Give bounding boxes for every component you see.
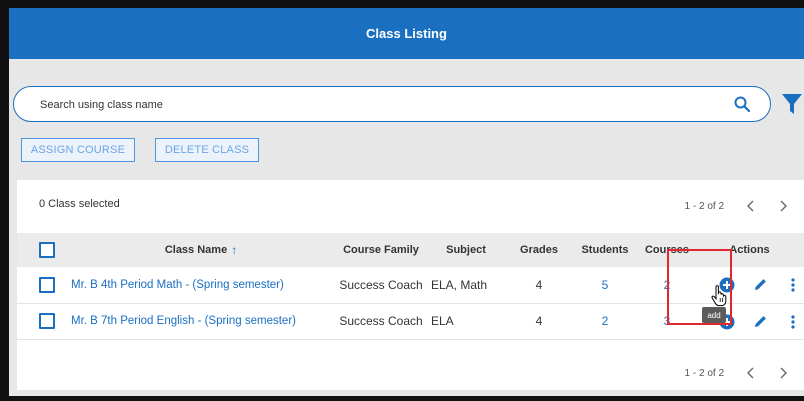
- subject-value: ELA: [431, 314, 454, 328]
- subject-value: ELA, Math: [431, 278, 488, 292]
- course-family-value: Success Coach: [339, 278, 423, 292]
- more-vertical-icon[interactable]: [790, 277, 796, 293]
- chevron-right-icon[interactable]: [778, 200, 788, 212]
- course-family-value: Success Coach: [339, 314, 423, 328]
- sort-arrow-up-icon: ↑: [231, 243, 238, 257]
- students-count-link[interactable]: 2: [573, 303, 637, 339]
- pencil-icon[interactable]: [753, 314, 768, 329]
- row-checkbox-cell: [39, 267, 57, 303]
- grades-value: 4: [535, 314, 543, 328]
- row-checkbox[interactable]: [39, 313, 55, 329]
- selection-count: 0 Class selected: [39, 198, 120, 210]
- screenshot-frame: Class Listing ASSIGN COURSE DELETE CLASS…: [0, 0, 804, 401]
- chevron-left-icon[interactable]: [746, 367, 756, 379]
- more-vertical-icon[interactable]: [790, 314, 796, 330]
- pagination-bottom: 1 - 2 of 2: [685, 363, 796, 383]
- pagination-range: 1 - 2 of 2: [684, 367, 724, 379]
- column-header-grades: Grades: [520, 244, 558, 256]
- grades-value: 4: [535, 278, 543, 292]
- column-header-subject: Subject: [446, 244, 486, 256]
- page-title: Class Listing: [366, 26, 447, 41]
- class-name-text: Mr. B 4th Period Math - (Spring semester…: [71, 279, 284, 291]
- hand-cursor-icon: [711, 285, 727, 307]
- column-header-students: Students: [581, 244, 629, 256]
- column-label-class-name: Class Name: [164, 244, 228, 256]
- pencil-icon[interactable]: [753, 277, 768, 292]
- column-header-class-name[interactable]: Class Name ↑: [71, 233, 331, 267]
- class-name-link[interactable]: Mr. B 7th Period English - (Spring semes…: [71, 303, 331, 339]
- header-checkbox-cell: [39, 233, 57, 267]
- chevron-right-icon[interactable]: [778, 367, 788, 379]
- students-count-link[interactable]: 5: [573, 267, 637, 303]
- class-name-text: Mr. B 7th Period English - (Spring semes…: [71, 315, 296, 327]
- filter-icon[interactable]: [781, 92, 803, 116]
- pagination-top: 1 - 2 of 2: [685, 196, 796, 216]
- pagination-range: 1 - 2 of 2: [684, 200, 724, 212]
- search-box: [13, 86, 771, 123]
- row-checkbox-cell: [39, 303, 57, 339]
- delete-class-button[interactable]: DELETE CLASS: [155, 138, 259, 162]
- class-name-link[interactable]: Mr. B 4th Period Math - (Spring semester…: [71, 267, 331, 303]
- class-listing-panel: Class Listing ASSIGN COURSE DELETE CLASS…: [9, 8, 804, 396]
- search-input[interactable]: [38, 87, 722, 123]
- row-checkbox[interactable]: [39, 277, 55, 293]
- page-title-bar: Class Listing: [9, 8, 804, 59]
- select-all-checkbox[interactable]: [39, 242, 55, 258]
- chevron-left-icon[interactable]: [746, 200, 756, 212]
- assign-course-button[interactable]: ASSIGN COURSE: [21, 138, 135, 162]
- search-icon[interactable]: [733, 95, 751, 113]
- column-header-course-family: Course Family: [343, 244, 419, 256]
